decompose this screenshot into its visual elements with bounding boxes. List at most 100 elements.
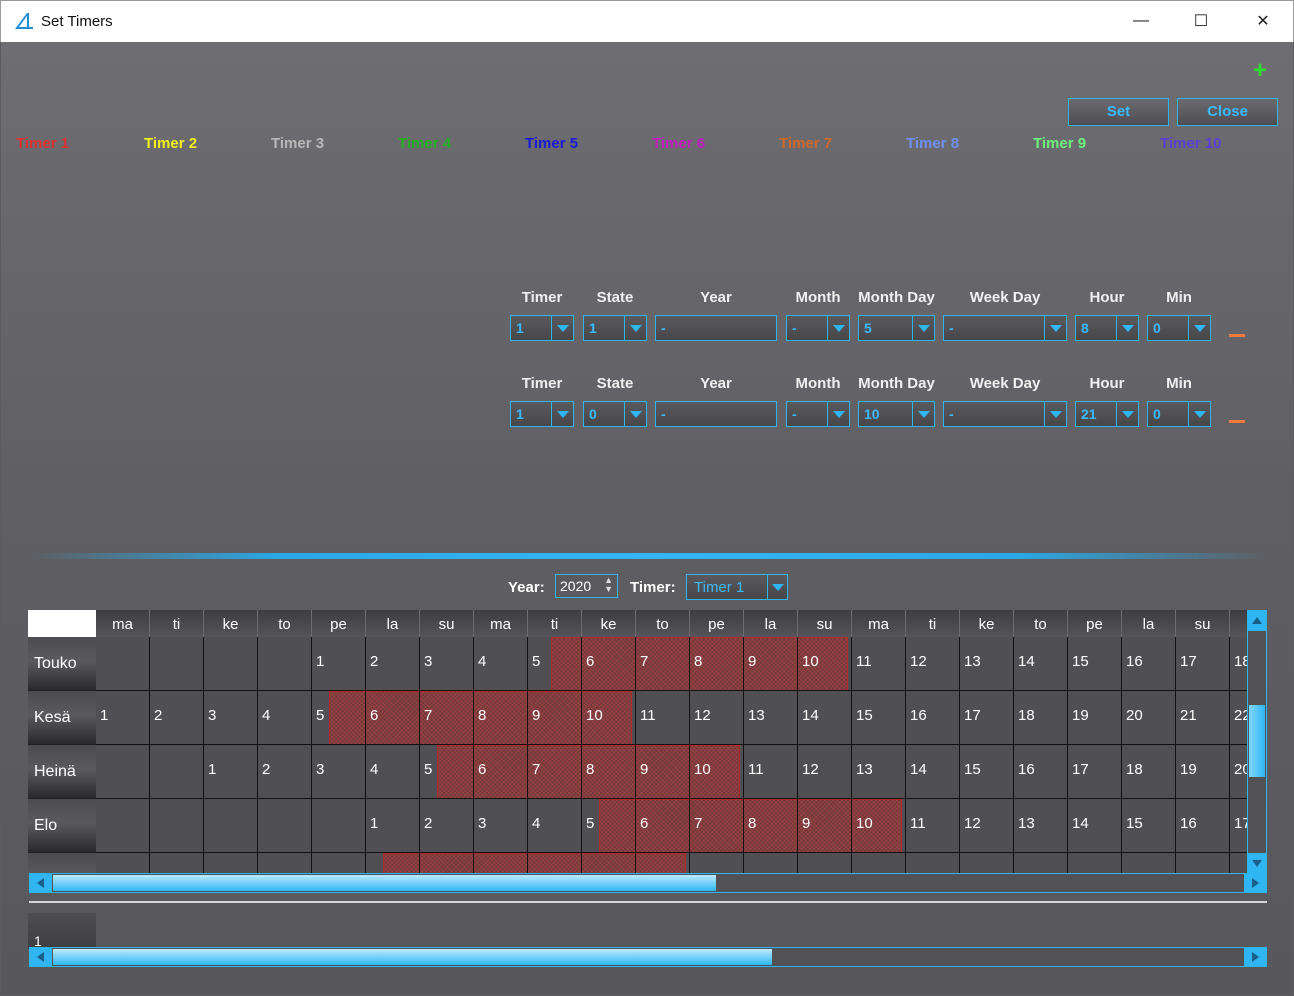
- calendar-day-cell[interactable]: [96, 853, 150, 874]
- calendar-day-cell[interactable]: 4: [366, 745, 420, 799]
- calendar-day-cell[interactable]: [420, 853, 474, 874]
- calendar-day-cell[interactable]: [1176, 853, 1230, 874]
- calendar-day-cell[interactable]: 5: [582, 799, 636, 853]
- calendar-day-cell[interactable]: 12: [798, 745, 852, 799]
- calendar-day-cell[interactable]: 20: [1122, 691, 1176, 745]
- calendar-day-cell[interactable]: [690, 853, 744, 874]
- close-button[interactable]: Close: [1177, 98, 1278, 126]
- calendar-day-cell[interactable]: 13: [960, 637, 1014, 691]
- calendar-day-cell[interactable]: 1: [96, 691, 150, 745]
- calendar-day-cell[interactable]: 1: [312, 637, 366, 691]
- calendar-day-cell[interactable]: 15: [960, 745, 1014, 799]
- calendar-day-cell[interactable]: 5: [528, 637, 582, 691]
- calendar-day-cell[interactable]: 13: [852, 745, 906, 799]
- timer-select[interactable]: Timer 1: [686, 574, 788, 600]
- year-field[interactable]: -: [655, 401, 777, 427]
- month-day-select[interactable]: 5: [858, 315, 935, 341]
- calendar-day-cell[interactable]: 6: [582, 637, 636, 691]
- calendar-day-cell[interactable]: 7: [528, 745, 582, 799]
- calendar-day-cell[interactable]: 14: [1068, 799, 1122, 853]
- chevron-down-icon[interactable]: [1188, 402, 1210, 426]
- bottom-horizontal-scrollbar[interactable]: [29, 947, 1267, 967]
- calendar-day-cell[interactable]: [96, 799, 150, 853]
- calendar-day-cell[interactable]: 17: [960, 691, 1014, 745]
- calendar-day-cell[interactable]: 17: [1176, 637, 1230, 691]
- calendar-day-cell[interactable]: 18: [1122, 745, 1176, 799]
- calendar-day-cell[interactable]: [960, 853, 1014, 874]
- calendar-day-cell[interactable]: [582, 853, 636, 874]
- state-select[interactable]: 1: [583, 315, 647, 341]
- calendar-day-cell[interactable]: 7: [420, 691, 474, 745]
- calendar-day-cell[interactable]: 6: [636, 799, 690, 853]
- calendar-vertical-scrollbar[interactable]: [1247, 610, 1267, 874]
- calendar-day-cell[interactable]: 14: [798, 691, 852, 745]
- scroll-up-icon[interactable]: [1248, 611, 1266, 631]
- calendar-day-cell[interactable]: 15: [852, 691, 906, 745]
- calendar-day-cell[interactable]: [312, 799, 366, 853]
- calendar-day-cell[interactable]: [96, 637, 150, 691]
- calendar-day-cell[interactable]: 12: [906, 637, 960, 691]
- calendar-day-cell[interactable]: 8: [690, 637, 744, 691]
- calendar-day-cell[interactable]: 22: [1230, 691, 1247, 745]
- calendar-day-cell[interactable]: 10: [798, 637, 852, 691]
- hour-select[interactable]: 21: [1075, 401, 1139, 427]
- calendar-day-cell[interactable]: 11: [744, 745, 798, 799]
- calendar-day-cell[interactable]: 11: [852, 637, 906, 691]
- calendar-day-cell[interactable]: [150, 745, 204, 799]
- calendar-day-cell[interactable]: 10: [852, 799, 906, 853]
- chevron-down-icon[interactable]: [1044, 402, 1066, 426]
- calendar-day-cell[interactable]: 7: [636, 637, 690, 691]
- chevron-down-icon[interactable]: [1116, 402, 1138, 426]
- calendar-day-cell[interactable]: 5: [420, 745, 474, 799]
- chevron-down-icon[interactable]: [551, 402, 573, 426]
- calendar-day-cell[interactable]: 7: [690, 799, 744, 853]
- scroll-left-icon[interactable]: [30, 948, 52, 966]
- calendar-day-cell[interactable]: [96, 745, 150, 799]
- calendar-day-cell[interactable]: 9: [636, 745, 690, 799]
- calendar-day-cell[interactable]: 3: [204, 691, 258, 745]
- chevron-down-icon[interactable]: [551, 316, 573, 340]
- scroll-thumb[interactable]: [1249, 705, 1265, 777]
- calendar-day-cell[interactable]: 20: [1230, 745, 1247, 799]
- calendar-day-cell[interactable]: 3: [474, 799, 528, 853]
- calendar-day-cell[interactable]: [906, 853, 960, 874]
- calendar-day-cell[interactable]: [1230, 853, 1247, 874]
- calendar-day-cell[interactable]: 18: [1014, 691, 1068, 745]
- chevron-down-icon[interactable]: [912, 402, 934, 426]
- calendar-day-cell[interactable]: [474, 853, 528, 874]
- scroll-right-icon[interactable]: [1244, 874, 1266, 892]
- calendar-day-cell[interactable]: 9: [798, 799, 852, 853]
- calendar-day-cell[interactable]: 6: [474, 745, 528, 799]
- min-select[interactable]: 0: [1147, 401, 1211, 427]
- state-select[interactable]: 0: [583, 401, 647, 427]
- calendar-day-cell[interactable]: 15: [1122, 799, 1176, 853]
- remove-timer-button[interactable]: [1229, 334, 1245, 337]
- calendar-day-cell[interactable]: 14: [1014, 637, 1068, 691]
- month-select[interactable]: -: [786, 401, 850, 427]
- calendar-day-cell[interactable]: 19: [1068, 691, 1122, 745]
- scroll-left-icon[interactable]: [30, 874, 52, 892]
- calendar-day-cell[interactable]: [258, 799, 312, 853]
- calendar-day-cell[interactable]: [150, 637, 204, 691]
- calendar-day-cell[interactable]: 13: [1014, 799, 1068, 853]
- calendar-day-cell[interactable]: 11: [906, 799, 960, 853]
- remove-timer-button[interactable]: [1229, 420, 1245, 423]
- calendar-day-cell[interactable]: [204, 799, 258, 853]
- calendar-day-cell[interactable]: [636, 853, 690, 874]
- add-timer-button[interactable]: +: [1250, 59, 1270, 83]
- calendar-day-cell[interactable]: [204, 853, 258, 874]
- chevron-down-icon[interactable]: [912, 316, 934, 340]
- calendar-day-cell[interactable]: 4: [474, 637, 528, 691]
- calendar-day-cell[interactable]: 10: [582, 691, 636, 745]
- min-select[interactable]: 0: [1147, 315, 1211, 341]
- calendar-day-cell[interactable]: 1: [366, 799, 420, 853]
- chevron-down-icon[interactable]: [624, 402, 646, 426]
- chevron-down-icon[interactable]: [767, 575, 787, 599]
- minimize-button[interactable]: —: [1111, 1, 1171, 41]
- calendar-day-cell[interactable]: 9: [528, 691, 582, 745]
- calendar-day-cell[interactable]: 3: [312, 745, 366, 799]
- calendar-day-cell[interactable]: 19: [1176, 745, 1230, 799]
- calendar-day-cell[interactable]: [852, 853, 906, 874]
- calendar-day-cell[interactable]: 17: [1068, 745, 1122, 799]
- calendar-day-cell[interactable]: 15: [1068, 637, 1122, 691]
